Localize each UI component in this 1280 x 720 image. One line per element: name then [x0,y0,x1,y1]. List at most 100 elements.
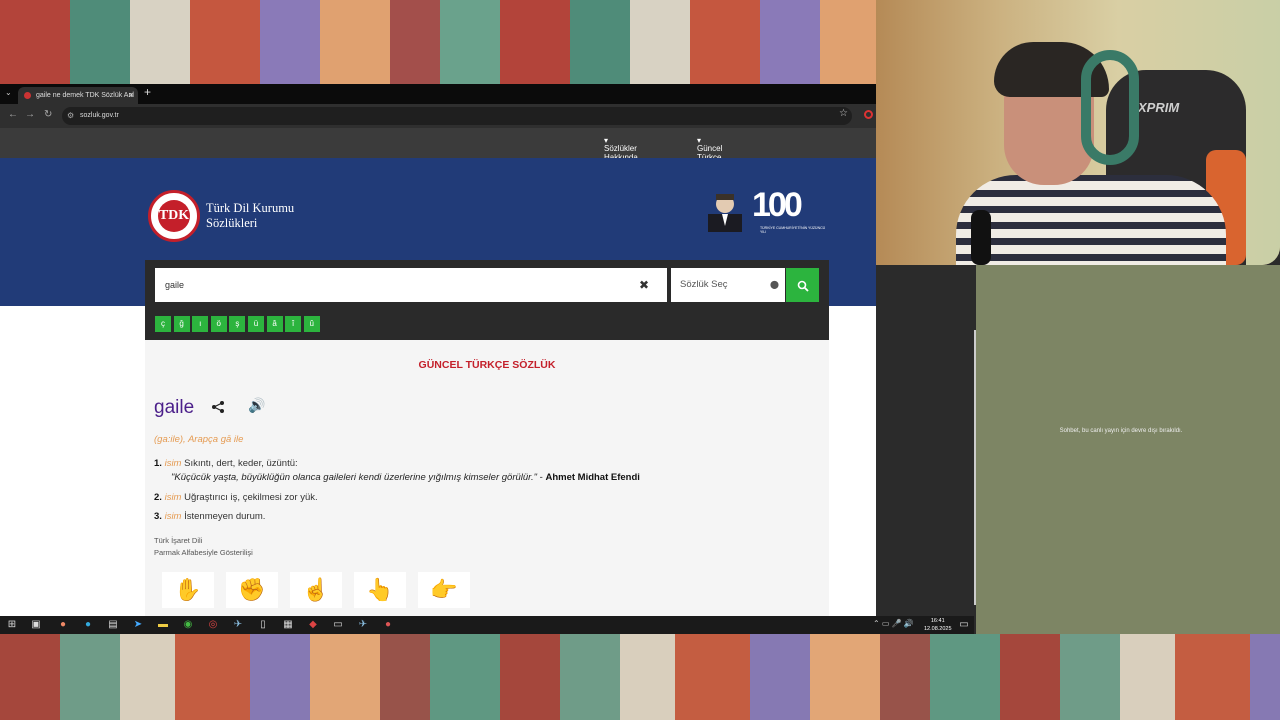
extension-icon[interactable] [864,110,873,119]
example-text: "Küçücük yaşta, büyüklüğün olanca gailel… [171,472,537,483]
tab-strip: ⌄ gaile ne demek TDK Sözlük Anl × + [0,84,876,104]
sense-number: 2. [154,492,162,503]
sense-item: 1. isim Sıkıntı, dert, keder, üzüntü: [154,458,298,469]
sense-text: Sıkıntı, dert, keder, üzüntü: [184,458,298,469]
example-author: Ahmet Midhat Efendi [545,472,640,483]
letter-button[interactable]: ü [247,316,264,332]
ataturk-portrait [708,194,742,232]
tab-search-icon[interactable]: ⌄ [5,88,12,97]
special-letters: çğıöşüâîû [155,313,322,332]
chair-logo: XPRIM [1138,100,1180,115]
search-panel: ✖ Sözlük Seç ⬤ çğıöşüâîû [145,260,829,340]
clock-time: 16:41 [930,618,945,624]
centennial-logo: 100 TÜRKİYE CUMHURİYETİ'NİN YÜZÜNCÜ YILI [700,186,830,234]
app-icon[interactable]: ◎ [207,619,219,631]
chat-disabled-message: Sohbet, bu canlı yayın için devre dışı b… [1059,428,1183,434]
back-icon[interactable]: ← [8,109,18,120]
desktop-background-bottom [0,634,1280,720]
letter-button[interactable]: ö [210,316,227,332]
letter-button[interactable]: ğ [173,316,190,332]
reload-icon[interactable]: ↻ [44,109,52,120]
app-icon[interactable]: ● [382,619,394,631]
tab-title: gaile ne demek TDK Sözlük Anl [36,92,134,99]
browser-tab[interactable]: gaile ne demek TDK Sözlük Anl × [18,87,138,104]
chrome-icon[interactable]: ◉ [182,619,194,631]
nav-about-current-dictionary[interactable]: Güncel Türkçe Sözlük Hakkında ▾ [697,136,731,180]
start-icon[interactable]: ⊞ [6,619,18,631]
person-shirt [956,175,1226,265]
hand-sign-e-image: 👉 [418,572,470,608]
site-info-icon[interactable]: ⚙ [67,107,74,125]
search-input[interactable] [155,268,667,302]
clear-search-icon[interactable]: ✖ [629,268,659,302]
part-of-speech: isim [164,511,182,522]
hand-sign-a-image: ✊ [226,572,278,608]
headset [1081,50,1139,165]
sign-language-heading: Türk İşaret Dili Parmak Alfabesiyle Göst… [154,535,253,559]
part-of-speech: isim [164,492,182,503]
hand-sign-l-image: 👆 [354,572,406,608]
edge-icon[interactable]: ● [82,619,94,631]
dictionary-select[interactable]: Sözlük Seç ⬤ [671,268,785,302]
store-icon[interactable]: ▤ [107,619,119,631]
chevron-down-icon: ⬤ [770,280,779,289]
url-text: sozluk.gov.tr [80,112,119,119]
sense-number: 3. [154,511,162,522]
sense-text: Uğraştırıcı iş, çekilmesi zor yük. [184,492,318,503]
app-icon[interactable]: ▭ [332,619,344,631]
brand-line2: Sözlükleri [206,216,258,230]
share-icon[interactable] [211,400,225,418]
steam-icon[interactable]: ✈ [232,619,244,631]
app-icon[interactable]: ● [57,619,69,631]
file-explorer-icon[interactable]: ▬ [157,619,169,631]
centennial-number: 100 [752,186,803,224]
hand-sign-g-image: ✋ [162,572,214,608]
site-brand[interactable]: Türk Dil Kurumu Sözlükleri [206,201,294,231]
letter-button[interactable]: î [285,316,302,332]
sense-text: İstenmeyen durum. [184,511,266,522]
usage-example: "Küçücük yaşta, büyüklüğün olanca gailel… [171,472,640,483]
bookmark-star-icon[interactable]: ☆ [839,108,848,119]
notepad-icon[interactable]: ▯ [257,619,269,631]
sense-item: 2. isim Uğraştırıcı iş, çekilmesi zor yü… [154,492,318,503]
letter-button[interactable]: û [303,316,320,332]
task-view-icon[interactable]: ▣ [30,619,42,631]
headword: gaile [154,397,195,418]
sign-language-title: Türk İşaret Dili [154,536,203,545]
clock-date: 12.08.2025 [924,626,952,632]
brand-line1: Türk Dil Kurumu [206,201,295,215]
sign-language-subtitle: Parmak Alfabesiyle Gösterilişi [154,548,253,557]
nav-about-dictionaries[interactable]: Sözlükler Hakkında ▾ [604,136,638,162]
hand-sign-i-image: ☝ [290,572,342,608]
app-icon[interactable]: ◆ [307,619,319,631]
close-tab-icon[interactable]: × [129,87,134,104]
etymology: (ga:ile), Arapça gā ile [154,434,244,445]
app-icon[interactable]: ✈ [357,619,369,631]
clock[interactable]: 16:41 12.08.2025 [924,617,952,633]
app-icon[interactable]: ➤ [132,619,144,631]
part-of-speech: isim [164,458,182,469]
sense-item: 3. isim İstenmeyen durum. [154,511,265,522]
browser-window: ⌄ gaile ne demek TDK Sözlük Anl × + ← → … [0,84,876,634]
dictionary-title: GÜNCEL TÜRKÇE SÖZLÜK [418,359,556,371]
letter-button[interactable]: â [266,316,283,332]
letter-button[interactable]: ş [229,316,246,332]
entry-panel: GÜNCEL TÜRKÇE SÖZLÜK gaile 🔊 (ga:ile), A… [145,340,829,634]
tdk-logo-mark: TDK [158,200,190,232]
windows-taskbar: ⊞ ▣ ● ● ▤ ➤ ▬ ◉ ◎ ✈ ▯ ▦ ◆ ▭ ✈ ● ⌃ ▭ 🎤 🔊 … [0,616,974,634]
tdk-logo[interactable]: TDK [148,190,200,242]
search-button[interactable] [786,268,819,302]
centennial-subtitle: TÜRKİYE CUMHURİYETİ'NİN YÜZÜNCÜ YILI [760,226,826,234]
letter-button[interactable]: ç [155,316,171,332]
notifications-icon[interactable]: ▭ [958,619,970,631]
new-tab-icon[interactable]: + [144,85,151,99]
search-icon [797,280,809,292]
url-field[interactable]: ⚙ sozluk.gov.tr [62,107,852,125]
system-tray-icons[interactable]: ⌃ ▭ 🎤 🔊 [873,619,914,628]
calculator-icon[interactable]: ▦ [282,619,294,631]
stream-chat-panel: Sohbet, bu canlı yayın için devre dışı b… [976,265,1280,634]
letter-button[interactable]: ı [192,316,209,332]
forward-icon[interactable]: → [25,109,35,120]
dictionary-select-label: Sözlük Seç [680,279,728,290]
speaker-icon[interactable]: 🔊 [248,397,265,414]
